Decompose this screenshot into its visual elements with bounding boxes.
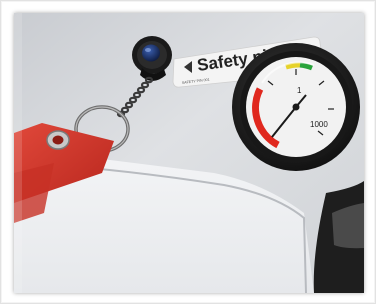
photograph: Safety pin SAFETY PIN 001 1 1000 (14, 13, 364, 293)
edge-glare (14, 13, 22, 293)
pressure-gauge: 1 1000 (232, 43, 360, 171)
gauge-tick-label-bottom: 1000 (310, 120, 328, 129)
gauge-pivot (292, 103, 300, 111)
photo-frame: Safety pin SAFETY PIN 001 1 1000 (0, 0, 376, 304)
gauge-tick-label-top: 1 (297, 86, 302, 95)
gauge-green-zone (299, 62, 313, 71)
fire-extinguisher-photo: Safety pin SAFETY PIN 001 1 1000 (14, 13, 364, 293)
gauge-yellow-zone (285, 62, 301, 70)
